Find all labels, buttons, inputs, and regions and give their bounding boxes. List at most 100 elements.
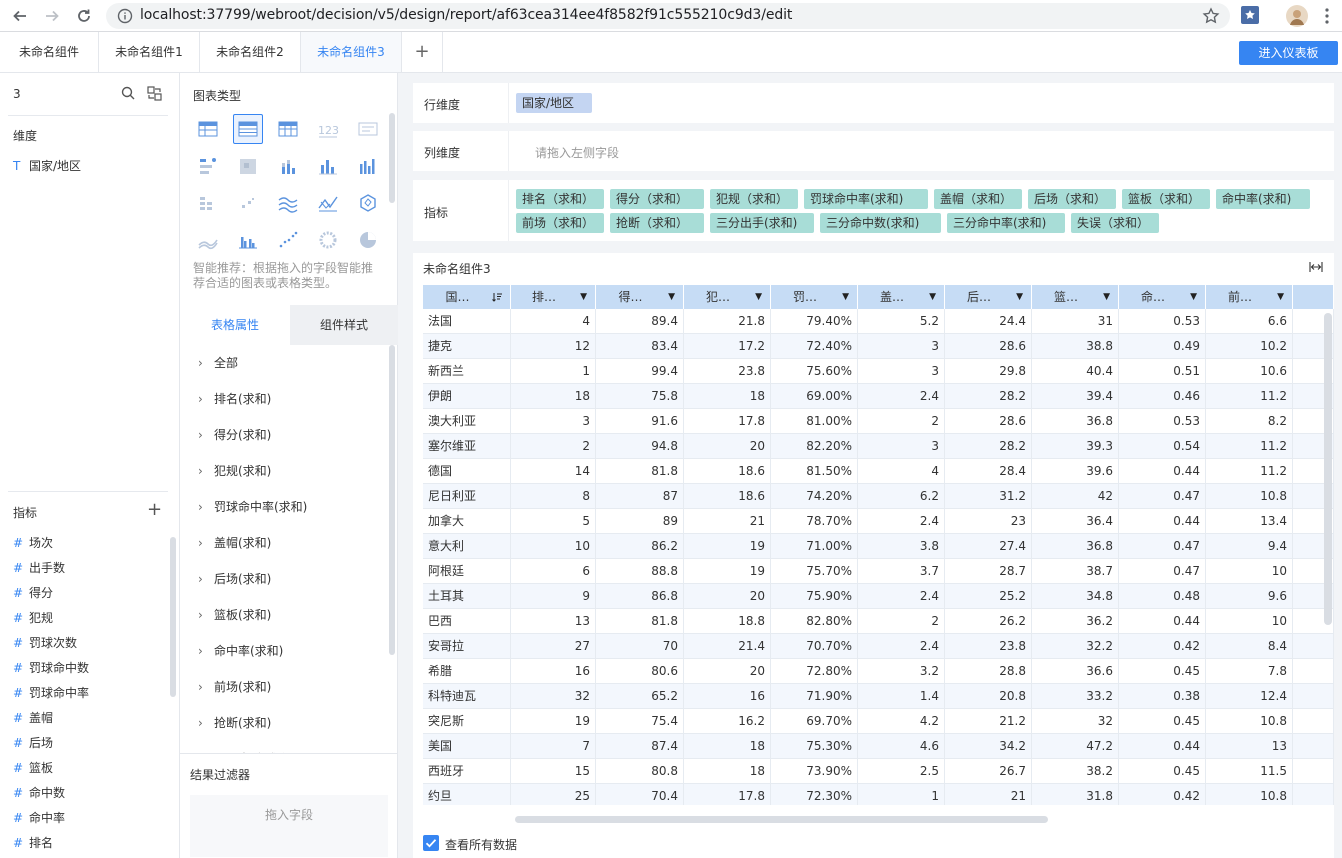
bookmark-star-icon[interactable] bbox=[1202, 7, 1220, 25]
measure-field-item[interactable]: # 得分 bbox=[13, 581, 53, 606]
multi-column-icon[interactable] bbox=[353, 151, 383, 181]
pivot-icon[interactable] bbox=[193, 188, 223, 218]
column-header[interactable]: 犯… ▼ bbox=[684, 285, 771, 309]
property-item[interactable]: › 前场(求和) bbox=[180, 669, 385, 705]
row-dimension-field-country[interactable]: 国家/地区 bbox=[516, 93, 592, 113]
measure-pill[interactable]: 失误（求和） bbox=[1071, 213, 1159, 233]
measure-pill[interactable]: 三分出手(求和) bbox=[710, 213, 814, 233]
property-item[interactable]: ›三分出手(求和) bbox=[180, 741, 385, 753]
column-header[interactable]: 排… ▼ bbox=[511, 285, 596, 309]
detail-table-icon[interactable] bbox=[233, 114, 263, 144]
profile-avatar[interactable] bbox=[1286, 5, 1308, 27]
table-vertical-scrollbar[interactable] bbox=[1324, 313, 1332, 625]
filter-drop-zone[interactable]: 拖入字段 bbox=[190, 795, 388, 857]
measure-field-item[interactable]: # 篮板 bbox=[13, 756, 53, 781]
measure-field-item[interactable]: # 罚球命中数 bbox=[13, 656, 89, 681]
area-chart-icon[interactable] bbox=[193, 225, 223, 255]
search-icon[interactable] bbox=[121, 86, 135, 100]
measure-pill[interactable]: 后场（求和） bbox=[1028, 189, 1116, 209]
dimension-field-country[interactable]: T 国家/地区 bbox=[13, 154, 81, 179]
dropdown-arrow-icon[interactable]: ▼ bbox=[580, 285, 587, 309]
column-header[interactable]: 盖… ▼ bbox=[858, 285, 945, 309]
property-item[interactable]: › 盖帽(求和) bbox=[180, 525, 385, 561]
measure-field-item[interactable]: # 命中数 bbox=[13, 781, 65, 806]
tab-component-3[interactable]: 未命名组件3 bbox=[301, 32, 402, 72]
tab-component-0[interactable]: 未命名组件 bbox=[0, 32, 99, 72]
dot-chart-icon[interactable] bbox=[273, 225, 303, 255]
property-item[interactable]: › 后场(求和) bbox=[180, 561, 385, 597]
measure-pill[interactable]: 抢断（求和） bbox=[610, 213, 704, 233]
column-dimension-placeholder[interactable]: 请拖入左侧字段 bbox=[535, 144, 619, 161]
measure-field-item[interactable]: # 出手数 bbox=[13, 556, 65, 581]
property-item[interactable]: › 罚球命中率(求和) bbox=[180, 489, 385, 525]
column-header[interactable]: 得… ▼ bbox=[596, 285, 684, 309]
measure-field-item[interactable]: # 后场 bbox=[13, 731, 53, 756]
sort-icon[interactable] bbox=[492, 285, 502, 302]
tab-table-attributes[interactable]: 表格属性 bbox=[180, 305, 290, 345]
column-header[interactable]: 国… bbox=[423, 285, 511, 309]
stacked-column-icon[interactable] bbox=[273, 151, 303, 181]
view-all-checkbox[interactable] bbox=[423, 835, 439, 851]
column-header[interactable]: 前… ▼ bbox=[1206, 285, 1293, 309]
extension-icon[interactable] bbox=[1241, 6, 1259, 24]
column-header[interactable]: 篮… ▼ bbox=[1032, 285, 1119, 309]
table-horizontal-scrollbar[interactable] bbox=[515, 816, 1048, 823]
chart-grid-scrollbar[interactable] bbox=[389, 113, 395, 203]
gantt-table-icon[interactable] bbox=[193, 151, 223, 181]
column-header[interactable]: 罚… ▼ bbox=[771, 285, 858, 309]
measure-field-item[interactable]: # 排名 bbox=[13, 831, 53, 856]
dropdown-arrow-icon[interactable]: ▼ bbox=[1277, 285, 1284, 309]
property-item[interactable]: › 排名(求和) bbox=[180, 381, 385, 417]
multi-line-icon[interactable] bbox=[273, 188, 303, 218]
radar-icon[interactable] bbox=[353, 188, 383, 218]
measure-field-item[interactable]: # 罚球次数 bbox=[13, 631, 77, 656]
enter-dashboard-button[interactable]: 进入仪表板 bbox=[1239, 41, 1338, 65]
fit-width-icon[interactable] bbox=[1309, 261, 1323, 273]
add-component-icon[interactable]: + bbox=[402, 32, 443, 72]
measure-pill[interactable]: 篮板（求和） bbox=[1122, 189, 1210, 209]
property-item[interactable]: › 得分(求和) bbox=[180, 417, 385, 453]
field-search-value[interactable]: 3 bbox=[13, 87, 21, 101]
dropdown-arrow-icon[interactable]: ▼ bbox=[1016, 285, 1023, 309]
measure-pill[interactable]: 三分命中数(求和) bbox=[820, 213, 941, 233]
measure-field-item[interactable]: # 场次 bbox=[13, 531, 53, 556]
heatmap-icon[interactable] bbox=[233, 151, 263, 181]
dropdown-arrow-icon[interactable]: ▼ bbox=[842, 285, 849, 309]
property-item[interactable]: › 犯规(求和) bbox=[180, 453, 385, 489]
grouped-table-icon[interactable] bbox=[193, 114, 223, 144]
measure-field-item[interactable]: # 命中率 bbox=[13, 806, 65, 831]
scatter-small-icon[interactable] bbox=[233, 188, 263, 218]
info-icon[interactable] bbox=[117, 8, 133, 24]
grouped-bar-icon[interactable] bbox=[233, 225, 263, 255]
dashed-ring-icon[interactable] bbox=[313, 225, 343, 255]
property-item[interactable]: › 命中率(求和) bbox=[180, 633, 385, 669]
measure-pill[interactable]: 命中率(求和) bbox=[1216, 189, 1310, 209]
dropdown-arrow-icon[interactable]: ▼ bbox=[929, 285, 936, 309]
tab-component-2[interactable]: 未命名组件2 bbox=[200, 32, 301, 72]
measure-pill[interactable]: 排名（求和） bbox=[516, 189, 604, 209]
property-list-scrollbar[interactable] bbox=[389, 345, 395, 655]
measure-pill[interactable]: 罚球命中率(求和) bbox=[804, 189, 928, 209]
measure-pill[interactable]: 前场（求和） bbox=[516, 213, 604, 233]
dropdown-arrow-icon[interactable]: ▼ bbox=[668, 285, 675, 309]
add-measure-icon[interactable]: + bbox=[147, 501, 162, 519]
measure-field-item[interactable]: # 盖帽 bbox=[13, 706, 53, 731]
text-card-icon[interactable] bbox=[353, 114, 383, 144]
address-bar[interactable]: localhost:37799/webroot/decision/v5/desi… bbox=[106, 3, 1230, 29]
dropdown-arrow-icon[interactable]: ▼ bbox=[1103, 285, 1110, 309]
pie-chart-icon[interactable] bbox=[353, 225, 383, 255]
reload-icon[interactable] bbox=[72, 4, 96, 28]
dropdown-arrow-icon[interactable]: ▼ bbox=[1190, 285, 1197, 309]
measure-pill[interactable]: 盖帽（求和） bbox=[934, 189, 1022, 209]
property-item[interactable]: › 全部 bbox=[180, 345, 385, 381]
dataset-switch-icon[interactable] bbox=[147, 86, 162, 101]
column-chart-icon[interactable] bbox=[313, 151, 343, 181]
tab-component-1[interactable]: 未命名组件1 bbox=[99, 32, 200, 72]
measure-pill[interactable]: 三分命中率(求和) bbox=[947, 213, 1065, 233]
forward-icon[interactable] bbox=[40, 4, 64, 28]
line-area-icon[interactable] bbox=[313, 188, 343, 218]
column-header[interactable]: 后… ▼ bbox=[945, 285, 1032, 309]
property-item[interactable]: › 篮板(求和) bbox=[180, 597, 385, 633]
menu-kebab-icon[interactable] bbox=[1325, 8, 1329, 24]
kpi-card-icon[interactable]: 123 bbox=[313, 114, 343, 144]
